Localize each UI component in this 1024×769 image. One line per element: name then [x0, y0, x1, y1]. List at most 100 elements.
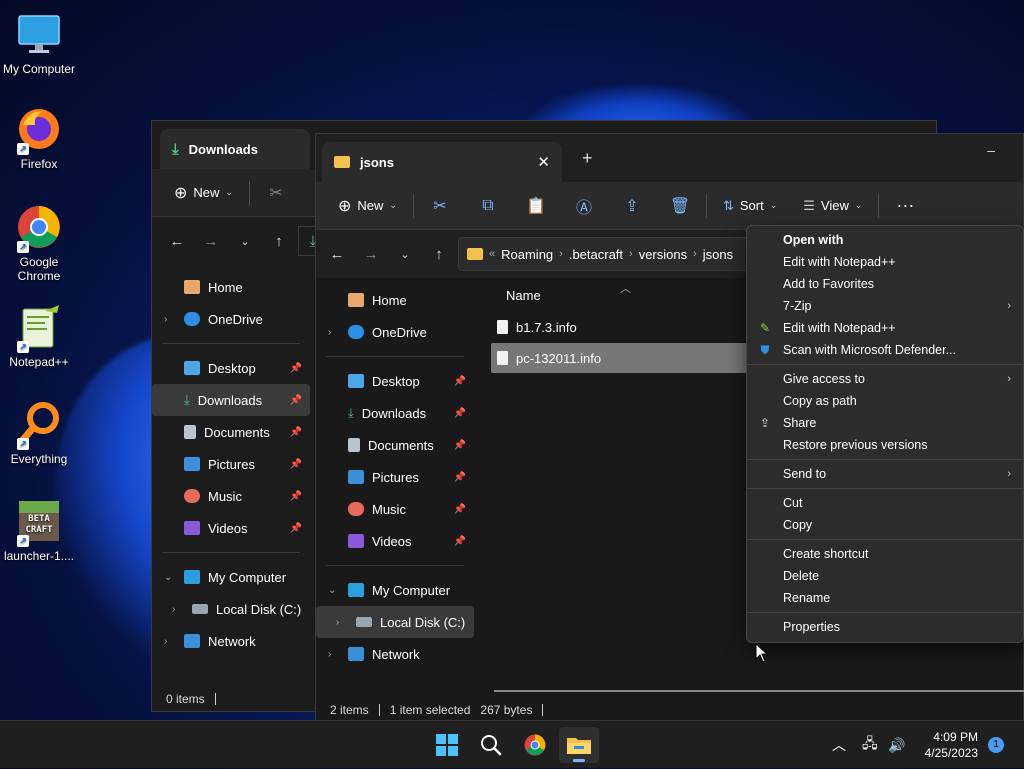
cut-icon[interactable]: ✂ [424, 190, 456, 222]
sidebar-item-home[interactable]: Home [316, 284, 474, 316]
collapse-chevron-icon[interactable]: ⌄ [328, 585, 336, 596]
menu-copy[interactable]: Copy [747, 514, 1023, 536]
menu-delete[interactable]: Delete [747, 565, 1023, 587]
forward-arrow-icon[interactable]: → [196, 226, 226, 256]
sidebar-item-documents[interactable]: Documents 📌 [152, 416, 310, 448]
rename-icon[interactable]: Ⓐ [568, 190, 600, 222]
expand-chevron-icon[interactable]: › [164, 636, 167, 647]
horizontal-scrollbar[interactable] [494, 690, 1024, 692]
new-tab-plus-icon[interactable]: + [582, 148, 593, 169]
paste-icon[interactable]: 📋 [520, 190, 552, 222]
breadcrumb-item[interactable]: jsons [703, 247, 733, 262]
back-arrow-icon[interactable]: ← [322, 239, 352, 269]
desktop-icon-my-computer[interactable]: My Computer [0, 10, 78, 76]
menu-give-access[interactable]: Give access to › [747, 368, 1023, 390]
tab-jsons[interactable]: jsons ✕ [322, 142, 562, 182]
show-hidden-icons-chevron-icon[interactable]: ︿ [832, 721, 846, 769]
sidebar-item-music[interactable]: Music 📌 [316, 493, 474, 525]
up-arrow-icon[interactable]: ↑ [264, 226, 294, 256]
close-tab-icon[interactable]: ✕ [537, 153, 550, 171]
sidebar-item-home[interactable]: Home [152, 271, 310, 303]
breadcrumb-overflow[interactable]: « [489, 248, 495, 260]
sidebar-item-videos[interactable]: Videos 📌 [152, 512, 310, 544]
sidebar-item-videos[interactable]: Videos 📌 [316, 525, 474, 557]
sidebar-item-onedrive[interactable]: › OneDrive [316, 316, 474, 348]
menu-cut[interactable]: Cut [747, 492, 1023, 514]
menu-properties[interactable]: Properties [747, 616, 1023, 638]
sidebar-item-network[interactable]: › Network [316, 638, 474, 670]
menu-add-favorites[interactable]: Add to Favorites [747, 273, 1023, 295]
collapse-chevron-icon[interactable]: ⌄ [164, 572, 172, 583]
clock[interactable]: 4:09 PM 4/25/2023 [925, 729, 978, 761]
menu-7zip[interactable]: 7-Zip › [747, 295, 1023, 317]
search-button[interactable] [471, 727, 511, 763]
notification-badge[interactable]: 1 [988, 737, 1004, 753]
sidebar-item-onedrive[interactable]: › OneDrive [152, 303, 310, 335]
new-button[interactable]: ⊕ New ⌄ [168, 177, 239, 209]
menu-scan-defender[interactable]: ⛊ Scan with Microsoft Defender... [747, 339, 1023, 361]
breadcrumb-chevron-icon[interactable]: › [629, 248, 633, 260]
sidebar-item-documents[interactable]: Documents 📌 [316, 429, 474, 461]
sidebar-item-desktop[interactable]: Desktop 📌 [316, 365, 474, 397]
file-row-selected[interactable]: pc-132011.info [491, 343, 751, 373]
sidebar-item-my-computer[interactable]: ⌄ My Computer [316, 574, 474, 606]
share-icon[interactable]: ⇪ [616, 190, 648, 222]
expand-chevron-icon[interactable]: › [328, 649, 331, 660]
tab-downloads[interactable]: ⤓ Downloads [160, 129, 310, 169]
desktop-icon-launcher[interactable]: BETA CRAFT ↗ launcher-1.... [0, 497, 78, 563]
view-button[interactable]: ☰ View ⌄ [797, 190, 868, 222]
menu-send-to[interactable]: Send to › [747, 463, 1023, 485]
menu-share[interactable]: ⇪ Share [747, 412, 1023, 434]
menu-rename[interactable]: Rename [747, 587, 1023, 609]
forward-arrow-icon[interactable]: → [356, 239, 386, 269]
volume-icon[interactable]: 🔊 [888, 721, 905, 769]
sidebar-item-pictures[interactable]: Pictures 📌 [152, 448, 310, 480]
column-header-name[interactable]: Name [506, 288, 541, 303]
expand-chevron-icon[interactable]: › [164, 314, 167, 325]
menu-edit-notepad-2[interactable]: ✎ Edit with Notepad++ [747, 317, 1023, 339]
sidebar-item-music[interactable]: Music 📌 [152, 480, 310, 512]
menu-restore-versions[interactable]: Restore previous versions [747, 434, 1023, 456]
desktop-icon-chrome[interactable]: ↗ Google Chrome [0, 203, 78, 283]
file-row[interactable]: b1.7.3.info [491, 312, 751, 342]
expand-chevron-icon[interactable]: › [328, 327, 331, 338]
sidebar-item-local-disk[interactable]: › Local Disk (C:) [152, 593, 310, 625]
sort-button[interactable]: ⇅ Sort ⌄ [717, 190, 783, 222]
breadcrumb-chevron-icon[interactable]: › [693, 248, 697, 260]
recent-chevron-icon[interactable]: ⌄ [230, 226, 260, 256]
sidebar-item-downloads[interactable]: ⤓ Downloads 📌 [316, 397, 474, 429]
network-status-icon[interactable]: 🖧 [862, 721, 878, 769]
desktop-icon-everything[interactable]: ↗ Everything [0, 400, 78, 466]
sidebar-item-desktop[interactable]: Desktop 📌 [152, 352, 310, 384]
breadcrumb-item[interactable]: versions [639, 247, 687, 262]
expand-chevron-icon[interactable]: › [336, 617, 339, 628]
menu-copy-path[interactable]: Copy as path [747, 390, 1023, 412]
desktop-icon-firefox[interactable]: ↗ Firefox [0, 105, 78, 171]
breadcrumb-item[interactable]: Roaming [501, 247, 553, 262]
menu-edit-notepad[interactable]: Edit with Notepad++ [747, 251, 1023, 273]
minimize-icon[interactable]: – [987, 142, 995, 158]
cut-icon[interactable]: ✂ [260, 177, 292, 209]
delete-icon[interactable]: 🗑 [664, 190, 696, 222]
start-button[interactable] [427, 727, 467, 763]
taskbar-file-explorer[interactable] [559, 727, 599, 763]
new-button[interactable]: ⊕ New ⌄ [332, 190, 403, 222]
recent-chevron-icon[interactable]: ⌄ [390, 239, 420, 269]
menu-create-shortcut[interactable]: Create shortcut [747, 543, 1023, 565]
breadcrumb-chevron-icon[interactable]: › [559, 248, 563, 260]
sidebar-item-downloads[interactable]: ⤓ Downloads 📌 [152, 384, 310, 416]
more-options-icon[interactable]: ··· [889, 190, 921, 222]
address-bar[interactable]: « Roaming › .betacraft › versions › json… [458, 237, 758, 271]
sidebar-item-pictures[interactable]: Pictures 📌 [316, 461, 474, 493]
sidebar-item-local-disk[interactable]: › Local Disk (C:) [316, 606, 474, 638]
desktop-icon-notepadpp[interactable]: ↗ Notepad++ [0, 303, 78, 369]
taskbar-chrome[interactable] [515, 727, 555, 763]
menu-open-with[interactable]: Open with [747, 229, 1023, 251]
sidebar-item-network[interactable]: › Network [152, 625, 310, 657]
breadcrumb-item[interactable]: .betacraft [569, 247, 623, 262]
expand-chevron-icon[interactable]: › [172, 604, 175, 615]
sidebar-item-my-computer[interactable]: ⌄ My Computer [152, 561, 310, 593]
up-arrow-icon[interactable]: ↑ [424, 239, 454, 269]
copy-icon[interactable]: ⧉ [472, 190, 504, 222]
back-arrow-icon[interactable]: ← [162, 226, 192, 256]
